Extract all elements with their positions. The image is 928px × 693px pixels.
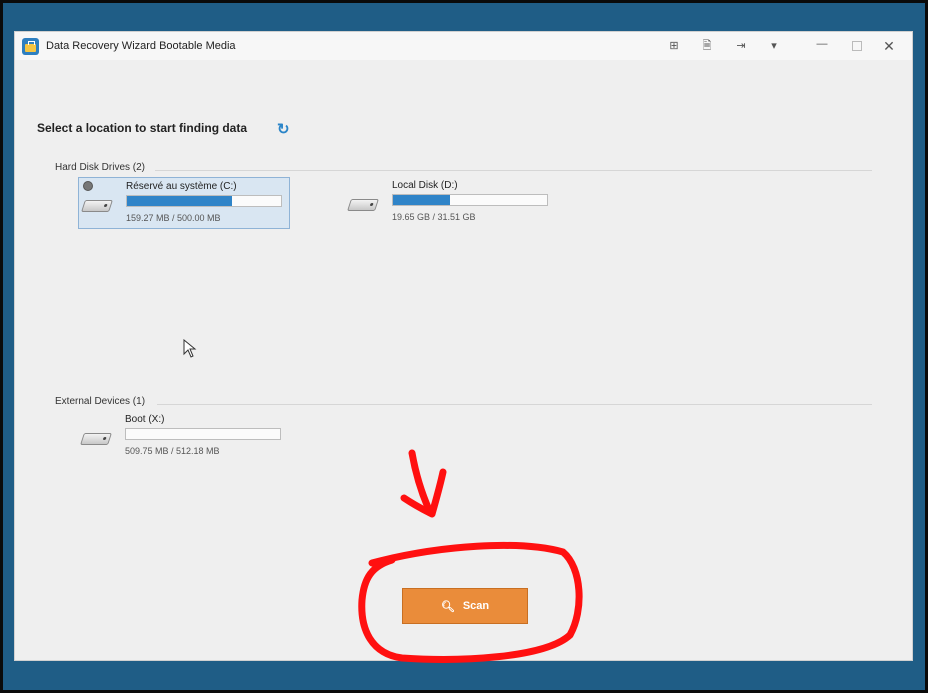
window-title: Data Recovery Wizard Bootable Media <box>46 40 236 52</box>
page-title: Select a location to start finding data <box>37 121 248 135</box>
section-label-hard-disk: Hard Disk Drives (2) <box>55 162 146 173</box>
drive-name: Réservé au système (C:) <box>126 181 237 192</box>
app-window: Data Recovery Wizard Bootable Media ⊞ 🗎 … <box>15 32 912 660</box>
section-divider <box>155 170 872 171</box>
disk-drive-icon <box>347 199 379 211</box>
selected-radio-icon <box>83 181 93 191</box>
refresh-icon[interactable]: ↻ <box>277 120 290 138</box>
section-label-external: External Devices (1) <box>55 396 146 407</box>
drive-name: Local Disk (D:) <box>392 180 458 191</box>
drive-size: 509.75 MB / 512.18 MB <box>125 446 220 456</box>
windows-logo-icon[interactable]: ⊞ <box>666 38 682 54</box>
drive-usage-bar <box>126 195 282 207</box>
disk-drive-icon <box>81 200 113 212</box>
drive-usage-bar <box>392 194 548 206</box>
section-divider <box>157 404 872 405</box>
drive-name: Boot (X:) <box>125 414 165 425</box>
mouse-cursor-icon <box>183 339 197 358</box>
scan-button-label: Scan <box>462 600 490 612</box>
export-icon[interactable]: ⇥ <box>733 38 749 54</box>
save-icon[interactable]: 🗎 <box>699 38 715 54</box>
drive-usage-bar <box>125 428 281 440</box>
drive-item-x[interactable]: Boot (X:) 509.75 MB / 512.18 MB <box>78 411 290 463</box>
disk-drive-icon <box>80 433 112 445</box>
drive-size: 159.27 MB / 500.00 MB <box>126 213 221 223</box>
app-icon <box>22 38 39 55</box>
minimize-button[interactable]: — <box>814 36 830 52</box>
search-icon: 🔍︎ <box>440 600 455 613</box>
maximize-button[interactable] <box>852 41 862 51</box>
drive-size: 19.65 GB / 31.51 GB <box>392 212 476 222</box>
title-bar: Data Recovery Wizard Bootable Media ⊞ 🗎 … <box>15 32 912 60</box>
drive-usage-fill <box>127 196 232 206</box>
scan-button[interactable]: 🔍︎ Scan <box>402 588 528 624</box>
close-button[interactable]: ✕ <box>881 38 897 54</box>
drive-item-d[interactable]: Local Disk (D:) 19.65 GB / 31.51 GB <box>345 177 557 229</box>
menu-dropdown-icon[interactable]: ▾ <box>766 38 782 54</box>
drive-usage-fill <box>393 195 450 205</box>
drive-item-c[interactable]: Réservé au système (C:) 159.27 MB / 500.… <box>78 177 290 229</box>
